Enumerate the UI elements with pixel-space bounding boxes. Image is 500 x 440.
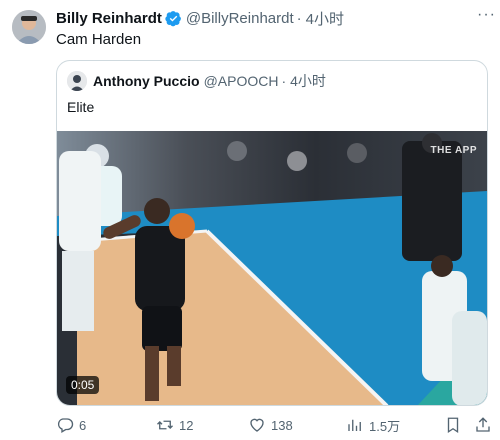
separator-dot: · bbox=[296, 9, 302, 27]
tweet-header: Billy Reinhardt @BillyReinhardt · 4小时 bbox=[56, 8, 490, 28]
tweet-text: Cam Harden bbox=[56, 31, 142, 48]
author-name[interactable]: Billy Reinhardt bbox=[56, 10, 162, 27]
quoted-tweet-header: Anthony Puccio @APOOCH · 4小时 bbox=[67, 71, 326, 91]
retweet-count: 12 bbox=[179, 417, 194, 433]
retweet-icon bbox=[157, 420, 173, 430]
views-button[interactable]: 1.5万 bbox=[346, 416, 400, 435]
video-frame bbox=[57, 131, 487, 405]
separator-dot: · bbox=[281, 73, 287, 89]
like-button[interactable]: 138 bbox=[248, 416, 293, 434]
like-icon bbox=[250, 418, 264, 432]
quoted-author-handle: @APOOCH bbox=[203, 73, 279, 89]
author-avatar[interactable] bbox=[12, 10, 46, 44]
views-icon bbox=[348, 419, 361, 431]
retweet-button[interactable]: 12 bbox=[156, 416, 193, 434]
bookmark-button[interactable] bbox=[444, 416, 462, 434]
share-icon bbox=[476, 417, 490, 432]
quoted-author-name: Anthony Puccio bbox=[93, 73, 200, 89]
quoted-author-avatar[interactable] bbox=[67, 71, 87, 91]
video-duration: 0:05 bbox=[66, 376, 100, 394]
like-count: 138 bbox=[271, 417, 293, 433]
quoted-tweet-timestamp: 4小时 bbox=[290, 73, 326, 89]
views-count: 1.5万 bbox=[369, 418, 401, 434]
tweet-timestamp[interactable]: 4小时 bbox=[306, 8, 344, 29]
tweet-action-bar: 6 12 138 1.5万 bbox=[56, 414, 492, 436]
quoted-tweet-text: Elite bbox=[67, 99, 95, 115]
more-dots-icon[interactable]: ··· bbox=[477, 6, 496, 24]
reply-count: 6 bbox=[79, 417, 87, 433]
quoted-tweet-card[interactable]: Anthony Puccio @APOOCH · 4小时 Elite THE A… bbox=[56, 60, 488, 406]
video-player[interactable]: THE APP 0:05 bbox=[57, 131, 487, 405]
reply-button[interactable]: 6 bbox=[56, 416, 86, 434]
verified-badge-icon bbox=[165, 10, 182, 27]
share-button[interactable] bbox=[474, 416, 492, 434]
reply-icon bbox=[57, 418, 74, 433]
broadcast-watermark: THE APP bbox=[430, 145, 477, 156]
bookmark-icon bbox=[447, 417, 459, 434]
author-handle[interactable]: @BillyReinhardt bbox=[186, 10, 294, 27]
